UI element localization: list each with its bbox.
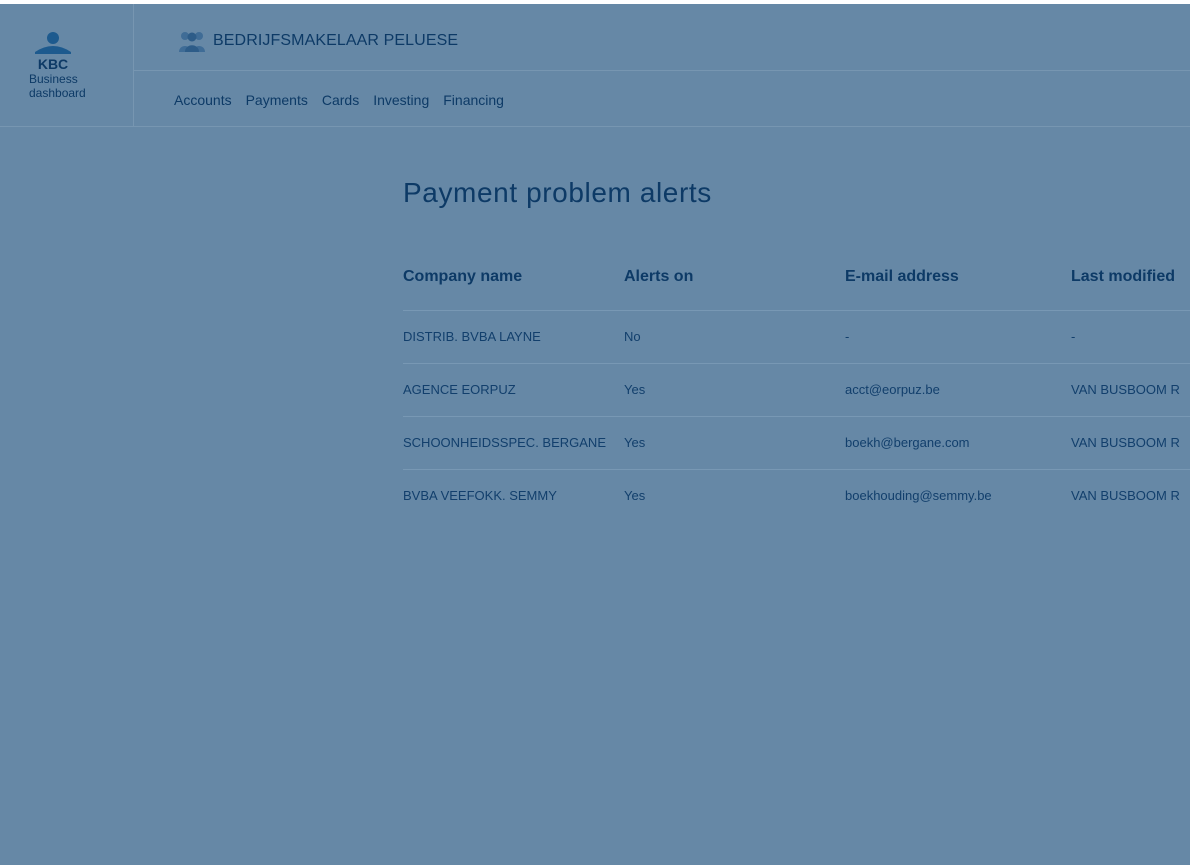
cell-alerts: No	[624, 329, 641, 344]
app-name-line1: Business	[29, 72, 78, 86]
app-name-line2: dashboard	[29, 86, 86, 100]
column-header-last-modified[interactable]: Last modified	[1071, 268, 1175, 286]
company-switcher[interactable]: BEDRIJFSMAKELAAR PELUESE	[177, 30, 458, 52]
top-strip	[0, 0, 1190, 4]
table-header: Company name Alerts on E-mail address La…	[403, 255, 1190, 311]
cell-alerts: Yes	[624, 435, 646, 450]
header-divider	[133, 70, 1190, 71]
nav-divider	[0, 126, 1190, 127]
column-header-company[interactable]: Company name	[403, 268, 522, 286]
cell-last-modified: VAN BUSBOOM R	[1071, 435, 1180, 450]
cell-last-modified: VAN BUSBOOM R	[1071, 382, 1180, 397]
company-name: BEDRIJFSMAKELAAR PELUESE	[213, 32, 459, 49]
nav-cards[interactable]: Cards	[322, 92, 359, 108]
main-nav: Accounts Payments Cards Investing Financ…	[174, 92, 518, 108]
table-row[interactable]: DISTRIB. BVBA LAYNE No - -	[403, 311, 1190, 364]
alerts-table: Company name Alerts on E-mail address La…	[403, 255, 1190, 522]
cell-last-modified: -	[1071, 329, 1076, 344]
nav-accounts[interactable]: Accounts	[174, 92, 232, 108]
nav-payments[interactable]: Payments	[246, 92, 308, 108]
cell-email: boekh@bergane.com	[845, 435, 970, 450]
cell-last-modified: VAN BUSBOOM R	[1071, 488, 1180, 503]
column-header-email[interactable]: E-mail address	[845, 268, 959, 286]
cell-company: SCHOONHEIDSSPEC. BERGANE	[403, 435, 606, 450]
cell-alerts: Yes	[624, 488, 646, 503]
cell-email: boekhouding@semmy.be	[845, 488, 992, 503]
brand-sidebar: KBC Business dashboard	[0, 4, 134, 126]
cell-company: AGENCE EORPUZ	[403, 382, 516, 397]
users-group-icon	[179, 32, 205, 52]
cell-alerts: Yes	[624, 382, 646, 397]
cell-company: BVBA VEEFOKK. SEMMY	[403, 488, 557, 503]
column-header-alerts[interactable]: Alerts on	[624, 268, 693, 286]
cell-company: DISTRIB. BVBA LAYNE	[403, 329, 541, 344]
table-row[interactable]: SCHOONHEIDSSPEC. BERGANE Yes boekh@berga…	[403, 417, 1190, 470]
kbc-logo-icon: KBC	[35, 32, 71, 72]
cell-email: -	[845, 329, 850, 344]
table-row[interactable]: BVBA VEEFOKK. SEMMY Yes boekhouding@semm…	[403, 470, 1190, 522]
cell-email: acct@eorpuz.be	[845, 382, 940, 397]
page-title: Payment problem alerts	[403, 177, 712, 208]
kbc-logo[interactable]: KBC Business dashboard	[29, 30, 99, 100]
nav-investing[interactable]: Investing	[373, 92, 429, 108]
logo-text: KBC	[38, 56, 68, 72]
table-row[interactable]: AGENCE EORPUZ Yes acct@eorpuz.be VAN BUS…	[403, 364, 1190, 417]
nav-financing[interactable]: Financing	[443, 92, 504, 108]
